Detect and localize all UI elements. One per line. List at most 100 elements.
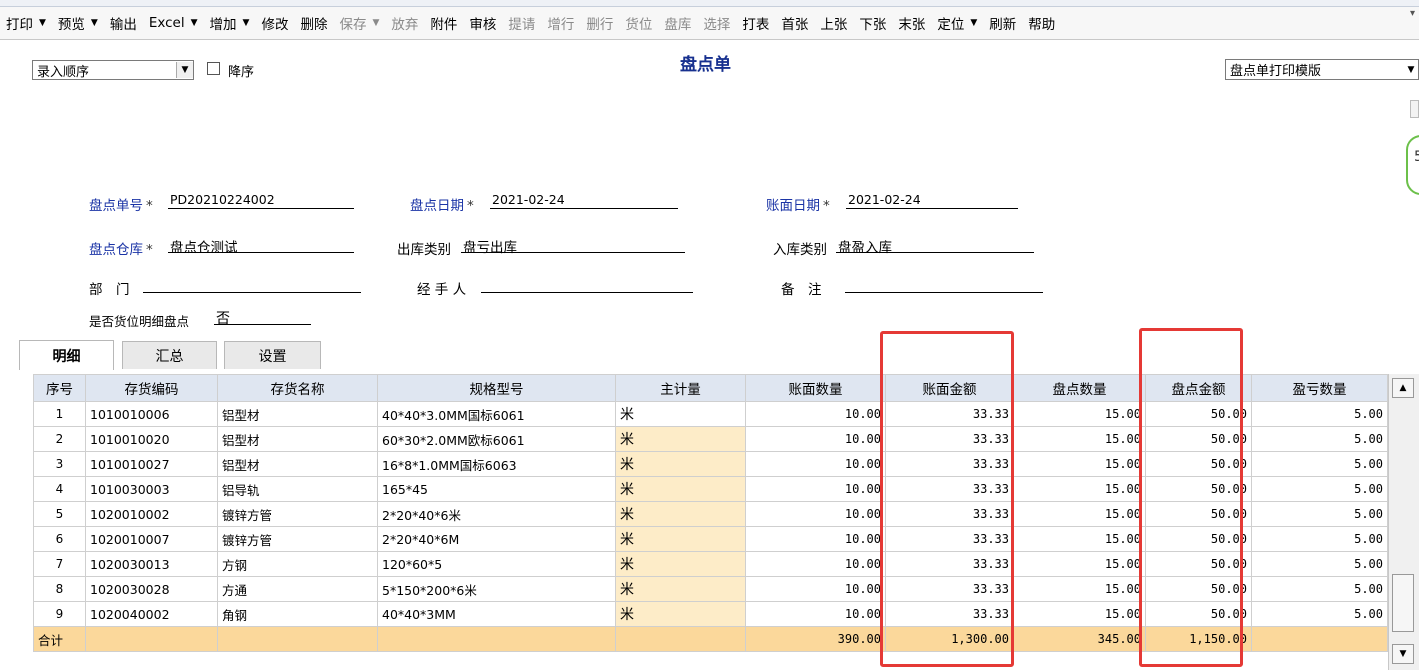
cell-name[interactable]: 铝导轨 bbox=[217, 476, 378, 502]
cell-unit[interactable]: 米 bbox=[615, 476, 746, 502]
cell-count-amount[interactable]: 50.00 bbox=[1145, 426, 1252, 452]
table-row[interactable]: 4 1010030003 铝导轨 165*45 米 10.00 33.33 15.00 50.0… bbox=[33, 476, 1388, 502]
table-row[interactable]: 6 1020010007 镀锌方管 2*20*40*6M 米 10.00 33.33 15.0… bbox=[33, 526, 1388, 552]
export-button[interactable]: 输出 bbox=[104, 8, 143, 38]
floating-assistant-badge[interactable]: 5 bbox=[1406, 135, 1419, 195]
cell-spec[interactable]: 40*40*3.0MM国标6061 bbox=[377, 401, 616, 427]
sort-order-select[interactable]: 录入顺序 ▼ bbox=[32, 60, 194, 80]
cell-book-qty[interactable]: 10.00 bbox=[745, 601, 886, 627]
handler-field[interactable] bbox=[481, 276, 693, 293]
edit-button[interactable]: 修改 bbox=[255, 8, 294, 38]
cell-code[interactable]: 1020040002 bbox=[85, 601, 218, 627]
delete-button[interactable]: 删除 bbox=[294, 8, 333, 38]
cell-book-qty[interactable]: 10.00 bbox=[745, 576, 886, 602]
cell-count-qty[interactable]: 15.00 bbox=[1013, 426, 1146, 452]
cell-count-amount[interactable]: 50.00 bbox=[1145, 401, 1252, 427]
cell-unit[interactable]: 米 bbox=[615, 601, 746, 627]
table-row[interactable]: 5 1020010002 镀锌方管 2*20*40*6米米 10.00 33.33 15.0… bbox=[33, 501, 1388, 527]
cell-spec[interactable]: 16*8*1.0MM国标6063 bbox=[377, 451, 616, 477]
in-type-field[interactable]: 盘盈入库 bbox=[836, 236, 1034, 256]
table-row[interactable]: 7 1020030013 方钢 120*60*5 米 10.00 33.33 15.00 50.… bbox=[33, 551, 1388, 577]
location-button[interactable]: 货位 bbox=[619, 8, 658, 38]
add-row-button[interactable]: 增行 bbox=[541, 8, 580, 38]
cell-count-qty[interactable]: 15.00 bbox=[1013, 476, 1146, 502]
save-button[interactable]: 保存 ▼ bbox=[333, 8, 385, 38]
first-record-button[interactable]: 首张 bbox=[775, 8, 814, 38]
cell-index[interactable]: 7 bbox=[33, 551, 86, 577]
header-col-diff-qty[interactable]: 盈亏数量 bbox=[1251, 374, 1388, 402]
cell-book-qty[interactable]: 10.00 bbox=[745, 551, 886, 577]
cell-diff-qty[interactable]: 5.00 bbox=[1251, 401, 1388, 427]
prev-record-button[interactable]: 上张 bbox=[814, 8, 853, 38]
scroll-thumb[interactable] bbox=[1392, 574, 1414, 632]
cell-code[interactable]: 1010030003 bbox=[85, 476, 218, 502]
table-row[interactable]: 2 1010010020 铝型材 60*30*2.0MM欧标6061 米 10.00 33.… bbox=[33, 426, 1388, 452]
out-type-field[interactable]: 盘亏出库 bbox=[461, 236, 685, 256]
discard-button[interactable]: 放弃 bbox=[385, 8, 424, 38]
cell-diff-qty[interactable]: 5.00 bbox=[1251, 551, 1388, 577]
cell-book-qty[interactable]: 10.00 bbox=[745, 501, 886, 527]
cell-unit[interactable]: 米 bbox=[615, 576, 746, 602]
cell-count-qty[interactable]: 15.00 bbox=[1013, 601, 1146, 627]
locate-button[interactable]: 定位 ▼ bbox=[931, 8, 983, 38]
scroll-up-icon[interactable]: ▲ bbox=[1392, 378, 1414, 398]
doc-no-field[interactable]: PD20210224002 bbox=[168, 192, 354, 209]
tab-summary[interactable]: 汇总 bbox=[122, 341, 217, 369]
remark-field[interactable] bbox=[845, 276, 1043, 293]
cell-spec[interactable]: 40*40*3MM bbox=[377, 601, 616, 627]
cell-count-amount[interactable]: 50.00 bbox=[1145, 476, 1252, 502]
header-col-spec[interactable]: 规格型号 bbox=[377, 374, 616, 402]
cell-book-amount[interactable]: 33.33 bbox=[885, 601, 1014, 627]
cell-count-qty[interactable]: 15.00 bbox=[1013, 551, 1146, 577]
cell-index[interactable]: 2 bbox=[33, 426, 86, 452]
header-col-count-amount[interactable]: 盘点金额 bbox=[1145, 374, 1252, 402]
header-col-count-qty[interactable]: 盘点数量 bbox=[1013, 374, 1146, 402]
cell-count-amount[interactable]: 50.00 bbox=[1145, 551, 1252, 577]
submit-button[interactable]: 提请 bbox=[502, 8, 541, 38]
cell-unit[interactable]: 米 bbox=[615, 401, 746, 427]
cell-count-qty[interactable]: 15.00 bbox=[1013, 576, 1146, 602]
cell-spec[interactable]: 120*60*5 bbox=[377, 551, 616, 577]
chevron-down-icon[interactable]: ▼ bbox=[372, 18, 379, 28]
chevron-down-icon[interactable]: ▼ bbox=[191, 18, 198, 28]
cell-spec[interactable]: 165*45 bbox=[377, 476, 616, 502]
preview-button[interactable]: 预览 ▼ bbox=[52, 8, 104, 38]
cell-diff-qty[interactable]: 5.00 bbox=[1251, 426, 1388, 452]
count-date-field[interactable]: 2021-02-24 bbox=[490, 192, 678, 209]
cell-book-amount[interactable]: 33.33 bbox=[885, 576, 1014, 602]
cell-code[interactable]: 1010010027 bbox=[85, 451, 218, 477]
delete-row-button[interactable]: 删行 bbox=[580, 8, 619, 38]
cell-diff-qty[interactable]: 5.00 bbox=[1251, 601, 1388, 627]
form-scroll-button[interactable] bbox=[1410, 100, 1419, 118]
descending-checkbox[interactable] bbox=[207, 62, 220, 75]
dept-field[interactable] bbox=[143, 276, 361, 293]
cell-book-amount[interactable]: 33.33 bbox=[885, 476, 1014, 502]
table-row[interactable]: 1 1010010006 铝型材 40*40*3.0MM国标6061 米 10.00 33.… bbox=[33, 401, 1388, 427]
cell-diff-qty[interactable]: 5.00 bbox=[1251, 476, 1388, 502]
next-record-button[interactable]: 下张 bbox=[853, 8, 892, 38]
cell-code[interactable]: 1020010002 bbox=[85, 501, 218, 527]
cell-count-qty[interactable]: 15.00 bbox=[1013, 526, 1146, 552]
print-table-button[interactable]: 打表 bbox=[736, 8, 775, 38]
cell-name[interactable]: 镀锌方管 bbox=[217, 501, 378, 527]
cell-code[interactable]: 1010010020 bbox=[85, 426, 218, 452]
chevron-down-icon[interactable]: ▼ bbox=[970, 18, 977, 28]
cell-diff-qty[interactable]: 5.00 bbox=[1251, 576, 1388, 602]
table-row[interactable]: 3 1010010027 铝型材 16*8*1.0MM国标6063 米 10.00 33.3… bbox=[33, 451, 1388, 477]
cell-book-amount[interactable]: 33.33 bbox=[885, 551, 1014, 577]
cell-index[interactable]: 5 bbox=[33, 501, 86, 527]
cell-count-amount[interactable]: 50.00 bbox=[1145, 601, 1252, 627]
header-col-unit[interactable]: 主计量 bbox=[615, 374, 746, 402]
tab-settings[interactable]: 设置 bbox=[224, 341, 321, 369]
table-row[interactable]: 9 1020040002 角钢 40*40*3MM 米 10.00 33.33 15.00 50… bbox=[33, 601, 1388, 627]
stocktake-button[interactable]: 盘库 bbox=[658, 8, 697, 38]
cell-count-amount[interactable]: 50.00 bbox=[1145, 576, 1252, 602]
cell-code[interactable]: 1020030013 bbox=[85, 551, 218, 577]
audit-button[interactable]: 审核 bbox=[463, 8, 502, 38]
cell-book-qty[interactable]: 10.00 bbox=[745, 476, 886, 502]
cell-diff-qty[interactable]: 5.00 bbox=[1251, 526, 1388, 552]
chevron-down-icon[interactable]: ▼ bbox=[39, 18, 46, 28]
cell-unit[interactable]: 米 bbox=[615, 551, 746, 577]
add-button[interactable]: 增加 ▼ bbox=[204, 8, 256, 38]
cell-spec[interactable]: 2*20*40*6米 bbox=[377, 501, 616, 527]
